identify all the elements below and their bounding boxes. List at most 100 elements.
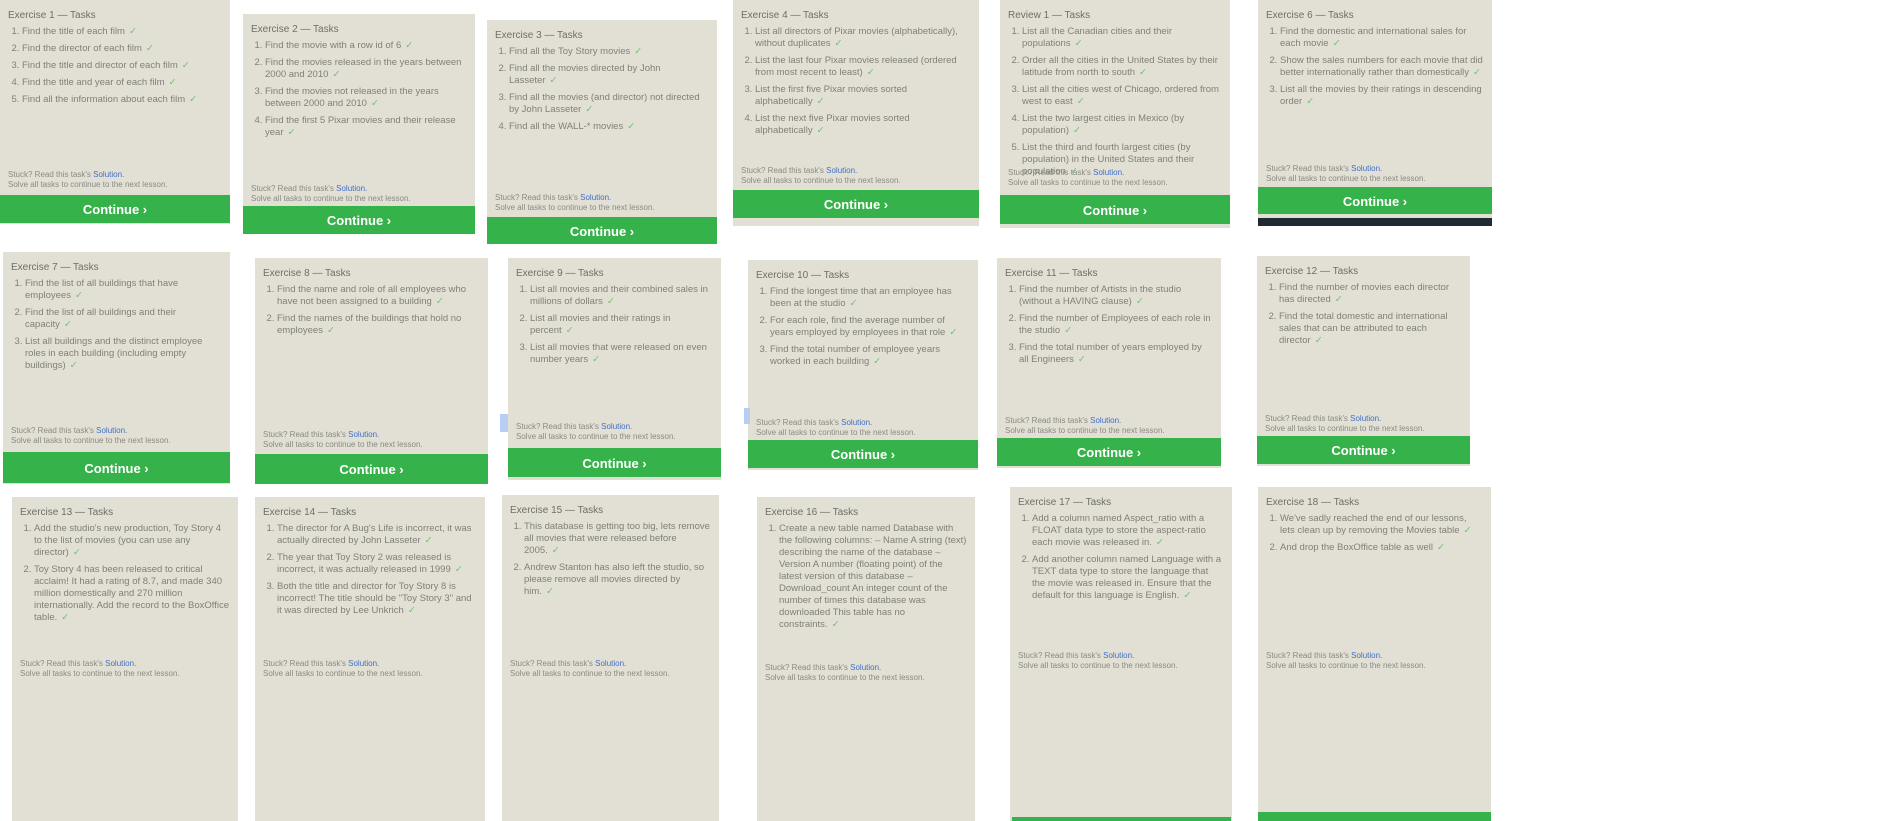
task-item: Add the studio's new production, Toy Sto…	[34, 523, 230, 559]
continue-button[interactable]: Continue ›	[1000, 195, 1230, 224]
continue-button[interactable]: Continue ›	[0, 195, 230, 223]
solve-text: Solve all tasks to continue to the next …	[263, 440, 423, 449]
continue-button[interactable]: Continue ›	[487, 217, 717, 244]
task-list: Find the domestic and international sale…	[1266, 26, 1484, 108]
task-footer: Stuck? Read this task's Solution. Solve a…	[1266, 164, 1484, 184]
exercise-card: Exercise 11 — Tasks Find the number of Ar…	[997, 258, 1221, 468]
task-footer: Stuck? Read this task's Solution. Solve a…	[1265, 414, 1462, 434]
continue-button[interactable]: Continue ›	[1257, 436, 1470, 464]
solve-text: Solve all tasks to continue to the next …	[1266, 661, 1426, 670]
check-icon: ✓	[405, 40, 414, 51]
check-icon: ✓	[549, 75, 558, 86]
exercise-card: Exercise 13 — Tasks Add the studio's new …	[12, 497, 238, 821]
task-list: Find the name and role of all employees …	[263, 284, 480, 337]
task-text: Find the list of all buildings and their…	[25, 307, 177, 330]
solution-link[interactable]: Solution.	[1093, 168, 1124, 177]
task-item: Add another column named Language with a…	[1032, 554, 1224, 602]
task-text: Find the title and year of each film	[22, 77, 165, 88]
task-list: Find the title of each film✓Find the dir…	[8, 26, 222, 106]
task-list: Add the studio's new production, Toy Sto…	[20, 523, 230, 624]
stuck-text: Stuck? Read this task's	[1008, 168, 1094, 177]
exercise-title: Exercise 11 — Tasks	[1005, 268, 1098, 279]
task-item: Find the names of the buildings that hol…	[277, 313, 480, 337]
stuck-text: Stuck? Read this task's	[8, 170, 94, 179]
solve-text: Solve all tasks to continue to the next …	[495, 203, 655, 212]
check-icon: ✓	[370, 98, 379, 109]
solution-link[interactable]: Solution.	[348, 659, 379, 668]
stuck-text: Stuck? Read this task's	[1266, 164, 1352, 173]
solve-text: Solve all tasks to continue to the next …	[516, 432, 676, 441]
check-icon: ✓	[1155, 537, 1164, 548]
continue-button-partial[interactable]	[1012, 817, 1231, 821]
task-list: Find all the Toy Story movies✓Find all t…	[495, 46, 709, 133]
stuck-text: Stuck? Read this task's	[1266, 651, 1352, 660]
task-text: Find the total number of employee years …	[770, 344, 941, 367]
check-icon: ✓	[816, 125, 825, 136]
stuck-text: Stuck? Read this task's	[516, 422, 602, 431]
check-icon: ✓	[545, 586, 554, 597]
task-item: The director for A Bug's Life is incorre…	[277, 523, 477, 547]
task-text: Find the total number of years employed …	[1019, 342, 1202, 365]
continue-button[interactable]: Continue ›	[3, 452, 230, 483]
check-icon: ✓	[1314, 335, 1323, 346]
solution-link[interactable]: Solution.	[850, 663, 881, 672]
solution-link[interactable]: Solution.	[336, 184, 367, 193]
exercise-card: Exercise 8 — Tasks Find the name and role…	[255, 258, 488, 484]
solution-link[interactable]: Solution.	[93, 170, 124, 179]
continue-button[interactable]: Continue ›	[1258, 187, 1492, 214]
continue-button[interactable]: Continue ›	[733, 190, 979, 218]
solution-link[interactable]: Solution.	[595, 659, 626, 668]
solution-link[interactable]: Solution.	[348, 430, 379, 439]
check-icon: ✓	[72, 547, 81, 558]
task-footer: Stuck? Read this task's Solution. Solve a…	[1008, 168, 1222, 188]
task-text: List the next five Pixar movies sorted a…	[755, 113, 910, 136]
solution-link[interactable]: Solution.	[601, 422, 632, 431]
check-icon: ✓	[1077, 354, 1086, 365]
exercise-title: Exercise 17 — Tasks	[1018, 497, 1112, 508]
check-icon: ✓	[168, 77, 177, 88]
solution-link[interactable]: Solution.	[580, 193, 611, 202]
task-text: List all directors of Pixar movies (alph…	[755, 26, 958, 49]
task-item: List all movies and their ratings in per…	[530, 313, 713, 337]
check-icon: ✓	[565, 325, 574, 336]
task-text: List all the cities west of Chicago, ord…	[1022, 84, 1219, 107]
check-icon: ✓	[873, 356, 882, 367]
exercise-title: Exercise 1 — Tasks	[8, 10, 96, 21]
solution-link[interactable]: Solution.	[1351, 164, 1382, 173]
exercise-title: Exercise 3 — Tasks	[495, 30, 583, 41]
solution-link[interactable]: Solution.	[1090, 416, 1121, 425]
continue-button[interactable]: Continue ›	[997, 438, 1221, 466]
solution-link[interactable]: Solution.	[1351, 651, 1382, 660]
task-text: For each role, find the average number o…	[770, 315, 946, 338]
stuck-text: Stuck? Read this task's	[251, 184, 337, 193]
stuck-text: Stuck? Read this task's	[1018, 651, 1104, 660]
continue-button[interactable]: Continue ›	[243, 206, 475, 234]
solution-link[interactable]: Solution.	[105, 659, 136, 668]
scrollbar-thumb[interactable]	[500, 414, 508, 432]
task-item: For each role, find the average number o…	[770, 315, 970, 339]
check-icon: ✓	[1332, 38, 1341, 49]
task-text: Find the list of all buildings that have…	[25, 278, 179, 301]
continue-button-partial[interactable]	[1258, 812, 1491, 821]
stuck-text: Stuck? Read this task's	[495, 193, 581, 202]
solve-text: Solve all tasks to continue to the next …	[756, 428, 916, 437]
scrollbar-thumb[interactable]	[744, 408, 750, 424]
task-list: Find the longest time that an employee h…	[756, 286, 970, 368]
task-item: List all the movies by their ratings in …	[1280, 84, 1484, 108]
continue-button[interactable]: Continue ›	[748, 440, 978, 468]
stuck-text: Stuck? Read this task's	[20, 659, 106, 668]
task-text: And drop the BoxOffice table as well	[1280, 542, 1433, 553]
solution-link[interactable]: Solution.	[96, 426, 127, 435]
task-footer: Stuck? Read this task's Solution. Solve a…	[765, 663, 967, 683]
solution-link[interactable]: Solution.	[826, 166, 857, 175]
solve-text: Solve all tasks to continue to the next …	[765, 673, 925, 682]
task-text: List all movies that were released on ev…	[530, 342, 707, 365]
solution-link[interactable]: Solution.	[1103, 651, 1134, 660]
solution-link[interactable]: Solution.	[841, 418, 872, 427]
continue-button[interactable]: Continue ›	[255, 454, 488, 484]
solve-text: Solve all tasks to continue to the next …	[1266, 174, 1426, 183]
solution-link[interactable]: Solution.	[1350, 414, 1381, 423]
check-icon: ✓	[1473, 67, 1482, 78]
continue-button[interactable]: Continue ›	[508, 448, 721, 477]
task-item: List all the Canadian cities and their p…	[1022, 26, 1222, 50]
